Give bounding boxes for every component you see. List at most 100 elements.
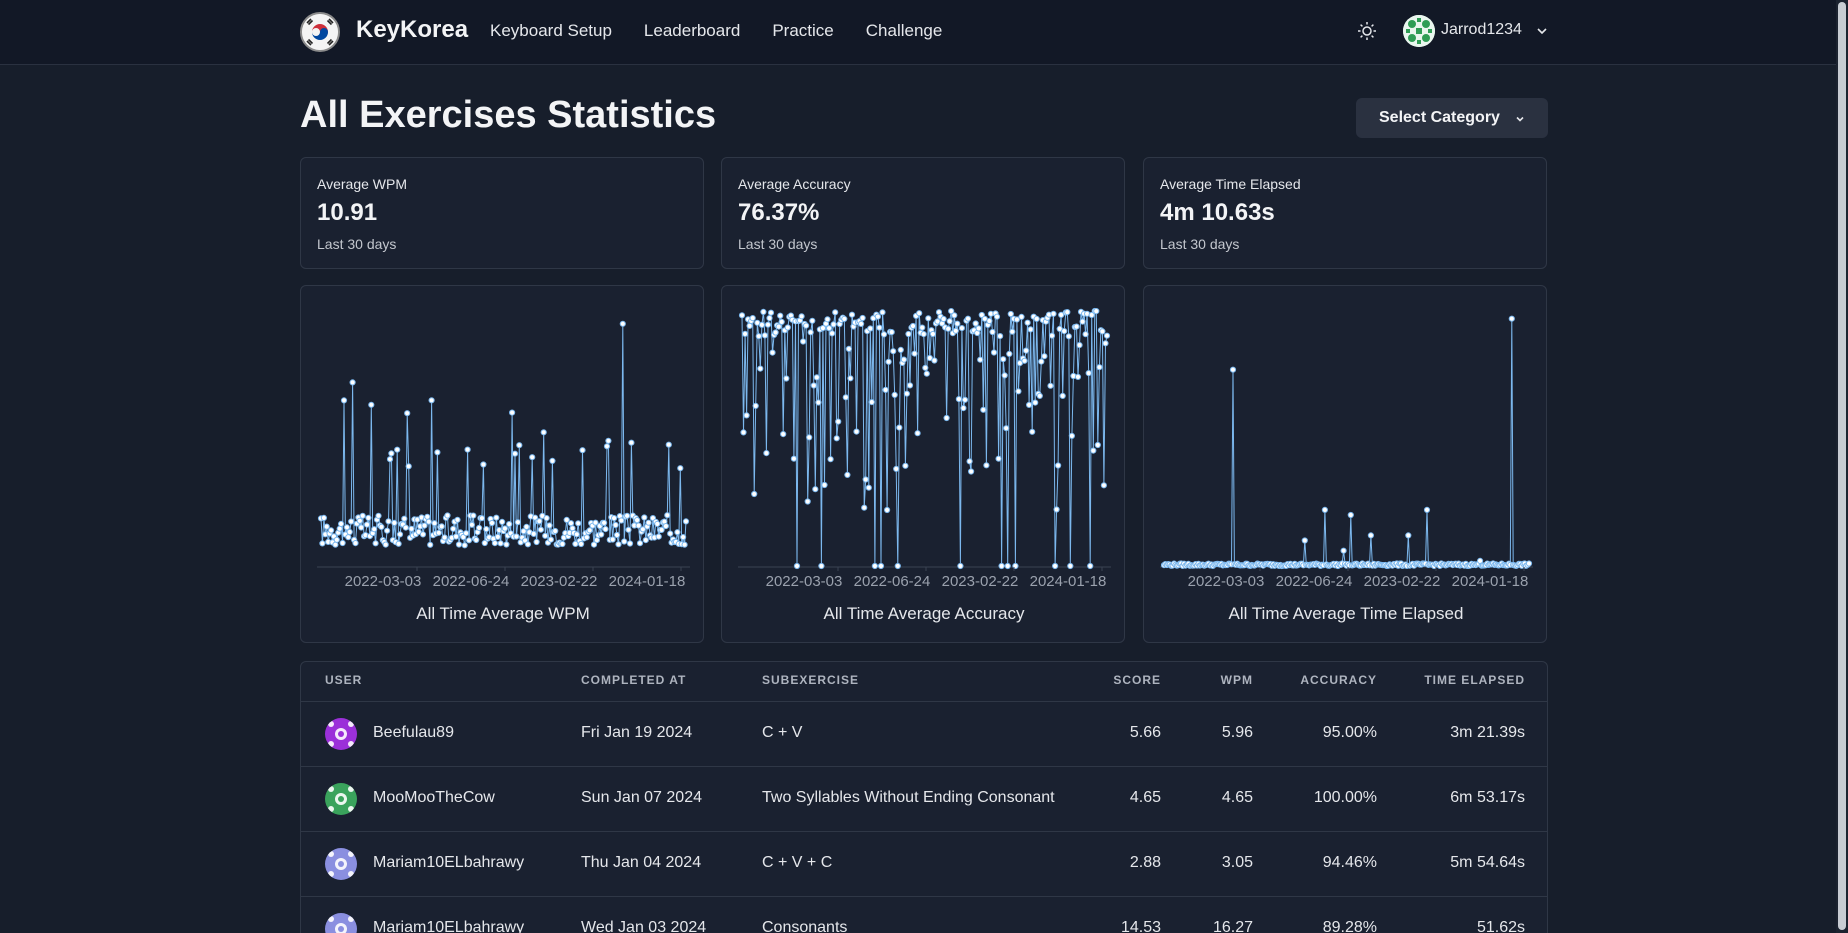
- data-point[interactable]: [894, 562, 901, 570]
- data-point[interactable]: [552, 527, 559, 535]
- data-point[interactable]: [876, 324, 883, 331]
- data-point[interactable]: [827, 456, 834, 463]
- data-point[interactable]: [1321, 506, 1328, 513]
- data-point[interactable]: [858, 320, 865, 328]
- data-point[interactable]: [1003, 425, 1010, 432]
- brand-name[interactable]: KeyKorea: [356, 16, 468, 44]
- data-point[interactable]: [654, 520, 661, 527]
- data-point[interactable]: [1065, 333, 1072, 340]
- data-point[interactable]: [516, 442, 523, 449]
- data-point[interactable]: [567, 520, 575, 527]
- data-point[interactable]: [1050, 310, 1057, 317]
- data-point[interactable]: [1079, 318, 1086, 325]
- data-point[interactable]: [468, 521, 475, 528]
- data-point[interactable]: [473, 536, 480, 544]
- data-point[interactable]: [897, 346, 904, 354]
- data-point[interactable]: [882, 386, 889, 394]
- data-point[interactable]: [943, 414, 950, 422]
- data-point[interactable]: [761, 332, 769, 339]
- data-point[interactable]: [543, 515, 550, 522]
- data-point[interactable]: [877, 562, 885, 570]
- data-point[interactable]: [835, 418, 842, 425]
- data-point[interactable]: [333, 536, 340, 543]
- data-point[interactable]: [681, 541, 688, 548]
- chevron-down-icon[interactable]: [1535, 24, 1549, 38]
- data-point[interactable]: [778, 318, 785, 326]
- data-point[interactable]: [826, 325, 833, 332]
- data-point[interactable]: [980, 406, 987, 413]
- data-point[interactable]: [1032, 399, 1039, 406]
- data-point[interactable]: [441, 534, 448, 541]
- data-point[interactable]: [404, 410, 411, 417]
- data-point[interactable]: [465, 537, 473, 544]
- data-point[interactable]: [861, 504, 868, 511]
- data-point[interactable]: [511, 450, 519, 457]
- data-point[interactable]: [1087, 562, 1094, 570]
- data-point[interactable]: [893, 465, 900, 472]
- data-point[interactable]: [922, 364, 929, 371]
- data-point[interactable]: [419, 531, 427, 538]
- data-point[interactable]: [613, 531, 621, 539]
- data-point[interactable]: [394, 446, 401, 453]
- data-point[interactable]: [1093, 308, 1100, 315]
- data-point[interactable]: [829, 330, 836, 337]
- data-point[interactable]: [1102, 340, 1109, 347]
- data-point[interactable]: [655, 533, 662, 540]
- data-point[interactable]: [435, 529, 442, 536]
- data-point[interactable]: [547, 536, 554, 543]
- data-point[interactable]: [844, 471, 851, 478]
- data-point[interactable]: [1099, 328, 1106, 335]
- data-point[interactable]: [677, 465, 684, 472]
- data-point[interactable]: [478, 515, 485, 522]
- data-point[interactable]: [461, 542, 468, 549]
- data-point[interactable]: [853, 428, 860, 435]
- data-point[interactable]: [1064, 309, 1071, 316]
- data-point[interactable]: [906, 382, 914, 389]
- data-point[interactable]: [319, 540, 326, 547]
- data-point[interactable]: [1423, 506, 1431, 513]
- data-point[interactable]: [916, 310, 923, 317]
- data-point[interactable]: [1525, 560, 1533, 567]
- data-point[interactable]: [1074, 373, 1082, 381]
- data-point[interactable]: [961, 396, 969, 403]
- data-point[interactable]: [784, 324, 791, 331]
- data-point[interactable]: [751, 490, 758, 498]
- data-point[interactable]: [806, 434, 813, 441]
- nav-link-practice[interactable]: Practice: [772, 21, 833, 41]
- data-point[interactable]: [372, 540, 379, 547]
- data-point[interactable]: [612, 521, 619, 529]
- data-point[interactable]: [503, 541, 510, 548]
- data-point[interactable]: [1073, 323, 1080, 330]
- data-point[interactable]: [509, 409, 516, 416]
- data-point[interactable]: [1076, 342, 1083, 349]
- data-point[interactable]: [871, 562, 878, 570]
- data-point[interactable]: [540, 429, 547, 436]
- data-point[interactable]: [815, 399, 822, 406]
- data-point[interactable]: [929, 330, 936, 338]
- user-name[interactable]: Beefulau89: [373, 724, 454, 742]
- data-point[interactable]: [1024, 319, 1031, 326]
- data-point[interactable]: [378, 523, 385, 530]
- data-point[interactable]: [345, 534, 352, 541]
- data-point[interactable]: [824, 316, 831, 323]
- data-point[interactable]: [425, 518, 432, 525]
- data-point[interactable]: [888, 329, 895, 336]
- col-score[interactable]: SCORE: [1113, 673, 1161, 687]
- data-point[interactable]: [352, 540, 359, 547]
- data-point[interactable]: [891, 391, 898, 399]
- data-point[interactable]: [780, 431, 787, 438]
- user-name[interactable]: Jarrod1234: [1441, 21, 1522, 39]
- data-point[interactable]: [742, 330, 749, 338]
- data-point[interactable]: [546, 522, 553, 529]
- data-point[interactable]: [605, 437, 612, 444]
- col-subexercise[interactable]: SUBEXERCISE: [762, 673, 859, 687]
- data-point[interactable]: [989, 328, 996, 336]
- data-point[interactable]: [977, 356, 984, 363]
- data-point[interactable]: [923, 370, 930, 377]
- data-point[interactable]: [573, 531, 580, 538]
- data-point[interactable]: [777, 312, 784, 319]
- data-point[interactable]: [1229, 366, 1237, 373]
- data-point[interactable]: [772, 329, 779, 336]
- data-point[interactable]: [1015, 388, 1022, 395]
- data-point[interactable]: [972, 320, 979, 327]
